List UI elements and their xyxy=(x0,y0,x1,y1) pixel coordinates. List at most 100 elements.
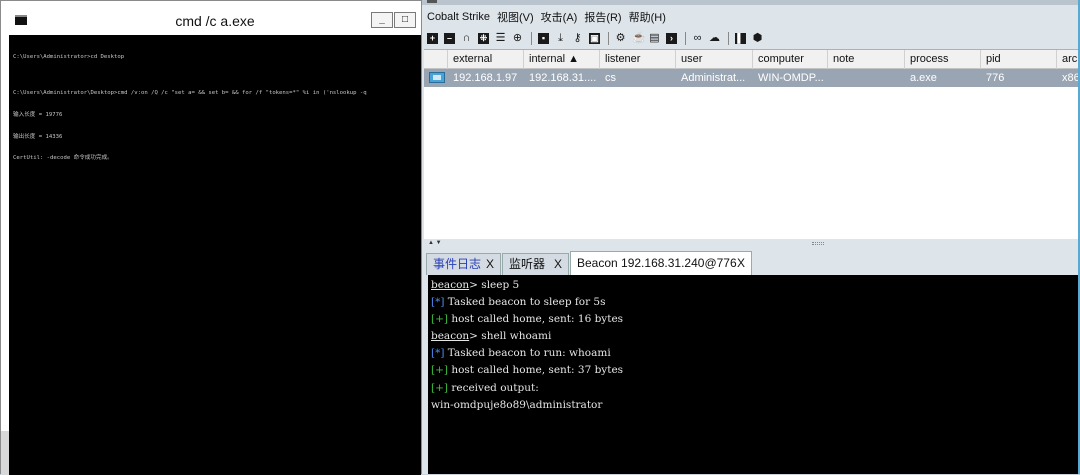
toolbar: + – ∩ ⁜ ☰ ⊕ ▪ ⤓ ⚷ ▣ ⚙ ☕ ▤ › ∞ ☁ ▌ ⬢ xyxy=(422,28,1078,49)
console-tag: [+] xyxy=(431,364,448,377)
console-line: [*] Tasked beacon to run: whoami xyxy=(431,345,1078,362)
menu-cobalt-strike[interactable]: Cobalt Strike xyxy=(427,11,490,23)
column-header-icon[interactable] xyxy=(424,50,448,69)
column-header-internal[interactable]: internal ▲ xyxy=(524,50,600,69)
column-header-arch[interactable]: arch xyxy=(1057,50,1078,69)
tab-label: 监听器 xyxy=(509,257,546,271)
console-line: beacon> sleep 5 xyxy=(431,277,1078,294)
splitter-grip-icon[interactable] xyxy=(812,242,824,245)
console-text: host called home, sent: 37 bytes xyxy=(448,364,624,377)
screenshots-icon[interactable]: ▣ xyxy=(589,33,600,44)
console-tag: [+] xyxy=(431,381,448,394)
menu-attacks[interactable]: 攻击(A) xyxy=(541,9,578,25)
menu-reporting[interactable]: 报告(R) xyxy=(584,9,621,25)
cell-process: a.exe xyxy=(910,72,937,84)
credentials-icon[interactable]: ▪ xyxy=(538,33,549,44)
cobalt-strike-window: Cobalt Strike 视图(V) 攻击(A) 报告(R) 帮助(H) + … xyxy=(422,0,1080,474)
menu-help[interactable]: 帮助(H) xyxy=(629,9,666,25)
console-line: [+] received output: xyxy=(431,380,1078,397)
toolbar-separator xyxy=(608,32,609,45)
beacon-console[interactable]: beacon> sleep 5 [*] Tasked beacon to sle… xyxy=(428,275,1078,474)
cs-title-strip xyxy=(422,0,1080,5)
cmd-title-bar[interactable]: cmd /c a.exe _ □ xyxy=(9,5,421,35)
close-tab-button[interactable]: X xyxy=(737,252,745,274)
headphones-icon[interactable]: ∩ xyxy=(461,33,472,44)
console-line: beacon> shell whoami xyxy=(431,328,1078,345)
console-text: host called home, sent: 16 bytes xyxy=(448,313,624,326)
toolbar-separator xyxy=(531,32,532,45)
close-tab-button[interactable]: X xyxy=(554,254,562,274)
cmd-line: C:\Users\Administrator\Desktop>cmd /v:on… xyxy=(13,90,367,97)
console-line: [+] host called home, sent: 37 bytes xyxy=(431,362,1078,379)
console-icon[interactable]: › xyxy=(666,33,677,44)
tab-label: 事件日志 xyxy=(433,257,482,271)
maximize-button[interactable]: □ xyxy=(394,12,416,28)
session-list-icon[interactable]: ☰ xyxy=(495,33,506,44)
tab-label: Beacon 192.168.31.240@776 xyxy=(577,256,737,270)
console-line: [*] Tasked beacon to sleep for 5s xyxy=(431,294,1078,311)
cell-computer: WIN-OMDP... xyxy=(758,72,824,84)
table-header: external internal ▲ listener user comput… xyxy=(424,50,1078,69)
link-icon[interactable]: ∞ xyxy=(692,33,703,44)
column-header-process[interactable]: process xyxy=(905,50,981,69)
tab-event-log[interactable]: 事件日志 X xyxy=(426,253,501,275)
cell-note xyxy=(828,69,905,87)
cmd-line: CertUtil: -decode 命令成功完成。 xyxy=(13,155,113,162)
column-header-user[interactable]: user xyxy=(676,50,753,69)
cmd-scrollbar[interactable] xyxy=(1,431,9,475)
column-header-pid[interactable]: pid xyxy=(981,50,1057,69)
tab-bar: 事件日志 X 监听器 X Beacon 192.168.31.240@776 X xyxy=(424,251,1078,275)
pivot-graph-icon[interactable]: ⁜ xyxy=(478,33,489,44)
menu-bar: Cobalt Strike 视图(V) 攻击(A) 报告(R) 帮助(H) xyxy=(422,6,1078,28)
column-header-computer[interactable]: computer xyxy=(753,50,828,69)
console-prompt: beacon xyxy=(431,279,470,291)
console-prompt: beacon xyxy=(431,330,470,343)
console-line: [+] host called home, sent: 16 bytes xyxy=(431,311,1078,328)
sessions-table: external internal ▲ listener user comput… xyxy=(424,49,1078,239)
cell-arch: x86 xyxy=(1062,72,1078,84)
cube-icon[interactable]: ⬢ xyxy=(752,33,763,44)
console-text: received output: xyxy=(448,381,539,394)
pane-splitter[interactable]: ▲ ▼ xyxy=(424,239,1078,251)
minimize-button[interactable]: _ xyxy=(371,12,393,28)
console-tag: [*] xyxy=(431,296,445,309)
menu-view[interactable]: 视图(V) xyxy=(497,9,534,25)
cmd-line: 输出长度 = 14336 xyxy=(13,133,63,140)
book-icon[interactable]: ▌ xyxy=(735,33,746,44)
tab-listeners[interactable]: 监听器 X xyxy=(502,253,569,275)
column-header-listener[interactable]: listener xyxy=(600,50,676,69)
console-text: > shell whoami xyxy=(469,330,552,343)
settings-icon[interactable]: ⚙ xyxy=(615,33,626,44)
keylogger-icon[interactable]: ⚷ xyxy=(572,33,583,44)
cmd-window-title: cmd /c a.exe xyxy=(175,13,255,29)
cell-listener: cs xyxy=(605,72,616,84)
target-table-icon[interactable]: ⊕ xyxy=(512,33,523,44)
cs-app-icon xyxy=(427,0,437,3)
console-text: > sleep 5 xyxy=(469,279,520,291)
console-tag: [*] xyxy=(431,347,445,360)
console-text: win-omdpuje8o89\administrator xyxy=(431,398,603,411)
beacon-session-icon xyxy=(429,72,445,83)
cmd-line: 输入长度 = 19776 xyxy=(13,112,63,119)
cell-user: Administrat... xyxy=(681,72,746,84)
disconnect-icon[interactable]: – xyxy=(444,33,455,44)
cell-external: 192.168.1.97 xyxy=(453,72,518,84)
cell-pid: 776 xyxy=(986,72,1005,84)
cmd-line: C:\Users\Administrator>cd Desktop xyxy=(13,54,125,61)
new-connection-icon[interactable]: + xyxy=(427,33,438,44)
tab-beacon[interactable]: Beacon 192.168.31.240@776 X xyxy=(570,251,752,275)
console-text: Tasked beacon to sleep for 5s xyxy=(444,296,606,309)
cloud-icon[interactable]: ☁ xyxy=(709,33,720,44)
document-icon[interactable]: ▤ xyxy=(649,33,660,44)
downloads-icon[interactable]: ⤓ xyxy=(555,33,566,44)
cmd-window: cmd /c a.exe _ □ C:\Users\Administrator>… xyxy=(0,0,422,475)
column-header-external[interactable]: external xyxy=(448,50,524,69)
close-tab-button[interactable]: X xyxy=(486,254,494,274)
toolbar-separator xyxy=(728,32,729,45)
coffee-icon[interactable]: ☕ xyxy=(632,33,646,44)
collapse-arrows-icon[interactable]: ▲ ▼ xyxy=(428,240,442,246)
cmd-console-output[interactable]: C:\Users\Administrator>cd Desktop C:\Use… xyxy=(9,35,421,475)
table-row[interactable]: 192.168.1.97 192.168.31.... cs Administr… xyxy=(424,69,1078,87)
console-text: Tasked beacon to run: whoami xyxy=(444,347,611,360)
column-header-note[interactable]: note xyxy=(828,50,905,69)
